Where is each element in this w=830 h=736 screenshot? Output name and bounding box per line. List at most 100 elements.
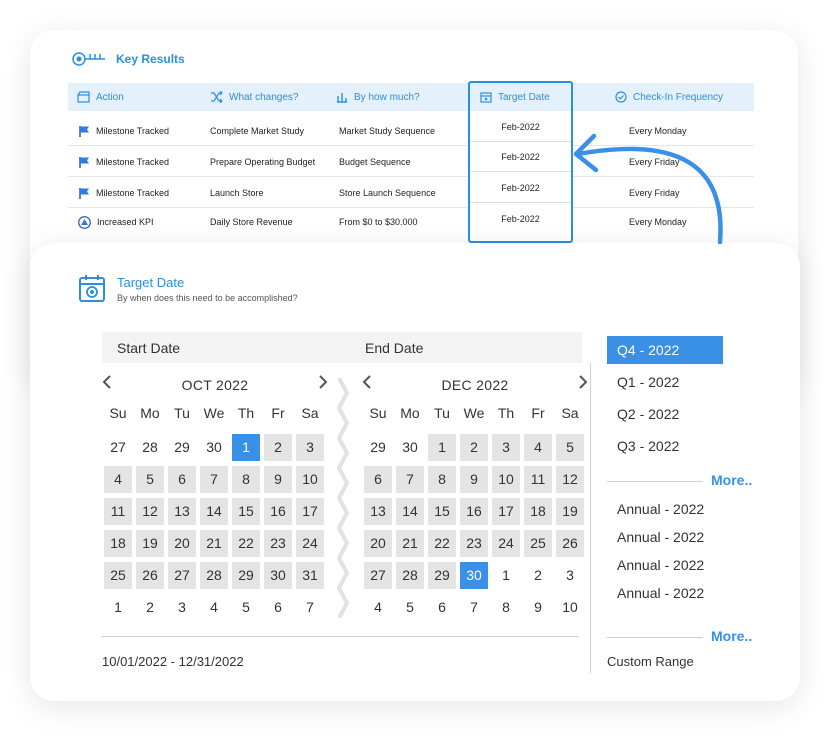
day-cell[interactable]: 1 <box>102 591 134 623</box>
day-cell[interactable]: 18 <box>102 527 134 559</box>
day-cell[interactable]: 21 <box>198 527 230 559</box>
day-cell[interactable]: 31 <box>294 559 326 591</box>
prev-month-button[interactable] <box>362 375 372 394</box>
day-cell[interactable]: 6 <box>262 591 294 623</box>
day-cell[interactable]: 13 <box>362 495 394 527</box>
day-cell[interactable]: 10 <box>294 463 326 495</box>
day-cell[interactable]: 7 <box>294 591 326 623</box>
day-cell[interactable]: 16 <box>262 495 294 527</box>
day-cell[interactable]: 7 <box>198 463 230 495</box>
header-checkin-frequency[interactable]: Check-In Frequency <box>615 83 723 111</box>
day-cell[interactable]: 30 <box>394 431 426 463</box>
day-cell[interactable]: 8 <box>490 591 522 623</box>
day-cell[interactable]: 23 <box>262 527 294 559</box>
day-cell[interactable]: 3 <box>490 431 522 463</box>
day-cell[interactable]: 11 <box>522 463 554 495</box>
day-cell[interactable]: 1 <box>490 559 522 591</box>
day-cell[interactable]: 29 <box>426 559 458 591</box>
day-cell[interactable]: 6 <box>362 463 394 495</box>
day-cell[interactable]: 17 <box>294 495 326 527</box>
day-cell[interactable]: 16 <box>458 495 490 527</box>
day-cell[interactable]: 22 <box>426 527 458 559</box>
day-cell-selected[interactable]: 1 <box>230 431 262 463</box>
day-cell[interactable]: 28 <box>134 431 166 463</box>
day-cell[interactable]: 1 <box>426 431 458 463</box>
annual-option[interactable]: Annual - 2022 <box>607 523 704 551</box>
day-cell[interactable]: 9 <box>458 463 490 495</box>
day-cell[interactable]: 30 <box>262 559 294 591</box>
header-what-changes[interactable]: What changes? <box>210 83 299 111</box>
day-cell[interactable]: 25 <box>102 559 134 591</box>
annual-option[interactable]: Annual - 2022 <box>607 551 704 579</box>
day-cell[interactable]: 2 <box>134 591 166 623</box>
day-cell[interactable]: 5 <box>134 463 166 495</box>
day-cell[interactable]: 23 <box>458 527 490 559</box>
day-cell[interactable]: 18 <box>522 495 554 527</box>
day-cell[interactable]: 5 <box>394 591 426 623</box>
day-cell[interactable]: 3 <box>294 431 326 463</box>
next-month-button[interactable] <box>318 375 328 394</box>
day-cell[interactable]: 28 <box>198 559 230 591</box>
quarter-option[interactable]: Q1 - 2022 <box>607 368 723 396</box>
day-cell[interactable]: 25 <box>522 527 554 559</box>
next-month-button[interactable] <box>578 375 588 394</box>
day-cell[interactable]: 6 <box>426 591 458 623</box>
day-cell[interactable]: 2 <box>522 559 554 591</box>
day-cell[interactable]: 27 <box>362 559 394 591</box>
quarter-option[interactable]: Q3 - 2022 <box>607 432 723 460</box>
day-cell[interactable]: 7 <box>458 591 490 623</box>
header-by-how-much[interactable]: By how much? <box>336 83 420 111</box>
annual-option[interactable]: Annual - 2022 <box>607 495 704 523</box>
day-cell[interactable]: 8 <box>230 463 262 495</box>
day-cell[interactable]: 17 <box>490 495 522 527</box>
day-cell[interactable]: 21 <box>394 527 426 559</box>
day-cell-selected[interactable]: 30 <box>458 559 490 591</box>
day-cell[interactable]: 26 <box>554 527 586 559</box>
day-cell[interactable]: 19 <box>554 495 586 527</box>
day-cell[interactable]: 8 <box>426 463 458 495</box>
day-cell[interactable]: 5 <box>230 591 262 623</box>
more-quarters-link[interactable]: More.. <box>711 472 752 488</box>
annual-option[interactable]: Annual - 2022 <box>607 579 704 607</box>
day-cell[interactable]: 29 <box>362 431 394 463</box>
more-annuals-link[interactable]: More.. <box>711 628 752 644</box>
day-cell[interactable]: 3 <box>554 559 586 591</box>
day-cell[interactable]: 4 <box>102 463 134 495</box>
day-cell[interactable]: 22 <box>230 527 262 559</box>
day-cell[interactable]: 2 <box>262 431 294 463</box>
day-cell[interactable]: 24 <box>490 527 522 559</box>
day-cell[interactable]: 20 <box>166 527 198 559</box>
day-cell[interactable]: 29 <box>166 431 198 463</box>
day-cell[interactable]: 14 <box>394 495 426 527</box>
day-cell[interactable]: 27 <box>102 431 134 463</box>
day-cell[interactable]: 6 <box>166 463 198 495</box>
quarter-option[interactable]: Q4 - 2022 <box>607 336 723 364</box>
day-cell[interactable]: 28 <box>394 559 426 591</box>
day-cell[interactable]: 2 <box>458 431 490 463</box>
header-action[interactable]: Action <box>77 83 124 111</box>
day-cell[interactable]: 11 <box>102 495 134 527</box>
quarter-option[interactable]: Q2 - 2022 <box>607 400 723 428</box>
day-cell[interactable]: 30 <box>198 431 230 463</box>
day-cell[interactable]: 10 <box>554 591 586 623</box>
day-cell[interactable]: 19 <box>134 527 166 559</box>
day-cell[interactable]: 20 <box>362 527 394 559</box>
day-cell[interactable]: 14 <box>198 495 230 527</box>
day-cell[interactable]: 12 <box>134 495 166 527</box>
day-cell[interactable]: 4 <box>198 591 230 623</box>
day-cell[interactable]: 7 <box>394 463 426 495</box>
day-cell[interactable]: 9 <box>522 591 554 623</box>
day-cell[interactable]: 3 <box>166 591 198 623</box>
day-cell[interactable]: 27 <box>166 559 198 591</box>
day-cell[interactable]: 12 <box>554 463 586 495</box>
day-cell[interactable]: 24 <box>294 527 326 559</box>
day-cell[interactable]: 10 <box>490 463 522 495</box>
day-cell[interactable]: 4 <box>522 431 554 463</box>
day-cell[interactable]: 4 <box>362 591 394 623</box>
day-cell[interactable]: 15 <box>230 495 262 527</box>
custom-range-link[interactable]: Custom Range <box>607 654 694 669</box>
day-cell[interactable]: 5 <box>554 431 586 463</box>
day-cell[interactable]: 15 <box>426 495 458 527</box>
day-cell[interactable]: 26 <box>134 559 166 591</box>
day-cell[interactable]: 29 <box>230 559 262 591</box>
